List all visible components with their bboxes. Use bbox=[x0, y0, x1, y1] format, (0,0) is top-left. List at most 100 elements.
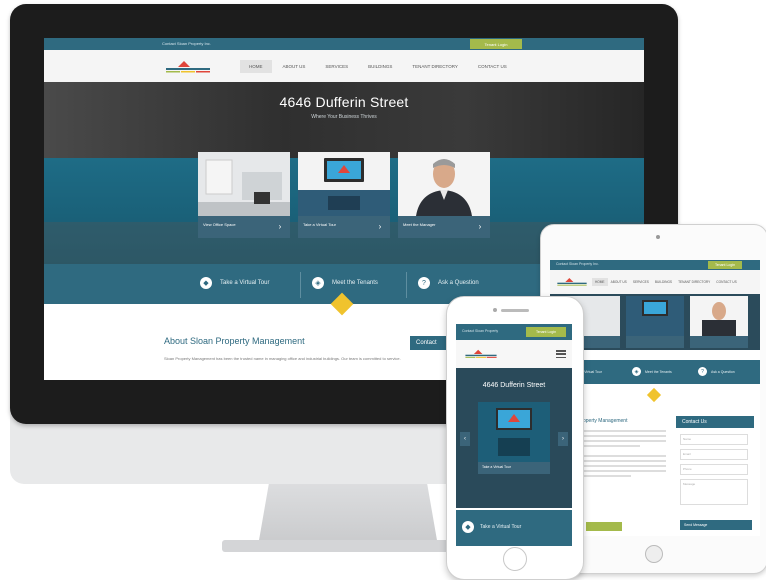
card-caption-bar: Meet the Manager › bbox=[398, 216, 490, 238]
feature-label: Take a Virtual Tour bbox=[480, 524, 522, 530]
meet-manager-card[interactable]: Meet the Manager › bbox=[398, 152, 490, 238]
phone-navbar bbox=[456, 340, 572, 368]
topbar-contact-text: Contact Sloan Property bbox=[462, 329, 499, 333]
virtual-tour-card[interactable] bbox=[626, 296, 684, 348]
desktop-navbar: Home About Us Services Buildings Tenant … bbox=[44, 50, 644, 82]
topbar-contact-text: Contact Sloan Property Inc. bbox=[556, 262, 599, 266]
contact-form: Name Email Phone Message bbox=[680, 434, 748, 509]
feature-virtual-tour[interactable]: ◆ Take a Virtual Tour bbox=[462, 521, 521, 533]
nav-services[interactable]: Services bbox=[630, 278, 652, 286]
phone-field[interactable]: Phone bbox=[680, 464, 748, 475]
section-divider-diamond bbox=[646, 387, 662, 403]
portrait-photo-icon bbox=[712, 302, 726, 320]
nav-tenant-directory[interactable]: Tenant Directory bbox=[403, 60, 467, 73]
phone-feature-strip: ◆ Take a Virtual Tour bbox=[456, 510, 572, 546]
nav-buildings[interactable]: Buildings bbox=[652, 278, 675, 286]
feature-meet-tenants[interactable]: ◈ Meet the Tenants bbox=[312, 277, 378, 289]
chevron-right-icon[interactable]: › bbox=[274, 220, 286, 234]
feature-label: Meet the Tenants bbox=[645, 369, 672, 374]
manager-suit bbox=[702, 320, 736, 336]
about-title: About Sloan Property Management bbox=[164, 336, 305, 346]
tv-screen bbox=[644, 302, 666, 314]
tablet-home-button[interactable] bbox=[645, 545, 663, 563]
topbar-contact-text: Contact Sloan Property Inc. bbox=[162, 41, 211, 46]
office-space-card[interactable]: View Office Space › bbox=[198, 152, 290, 238]
hamburger-menu-icon[interactable] bbox=[556, 350, 566, 359]
card-caption: Take a Virtual Tour bbox=[482, 465, 511, 469]
desktop-nav-menu: Home About Us Services Buildings Tenant … bbox=[240, 60, 516, 73]
phone-speaker bbox=[501, 309, 529, 312]
meet-manager-card[interactable] bbox=[690, 296, 748, 348]
chevron-right-icon[interactable]: › bbox=[374, 220, 386, 234]
card-caption-bar bbox=[690, 336, 748, 348]
feature-ask-question[interactable]: ? Ask a Question bbox=[698, 367, 735, 376]
tenant-login-button[interactable]: Tenant Login bbox=[708, 261, 742, 269]
feature-meet-tenants[interactable]: ◈ Meet the Tenants bbox=[632, 367, 672, 376]
nav-contact-us[interactable]: Contact Us bbox=[469, 60, 516, 73]
card-caption-bar bbox=[626, 336, 684, 348]
sloan-logo[interactable] bbox=[164, 58, 212, 76]
tv-photo-icon bbox=[298, 152, 390, 216]
card-caption-bar: Take a Virtual Tour › bbox=[298, 216, 390, 238]
virtual-tour-card[interactable]: Take a Virtual Tour › bbox=[298, 152, 390, 238]
read-more-button[interactable] bbox=[586, 522, 622, 531]
tv-photo-icon bbox=[478, 402, 550, 462]
nav-about-us[interactable]: About Us bbox=[608, 278, 630, 286]
feature-ask-question[interactable]: ? Ask a Question bbox=[418, 277, 479, 289]
card-caption-bar[interactable]: Take a Virtual Tour bbox=[478, 462, 550, 474]
card-caption: Take a Virtual Tour bbox=[303, 222, 336, 227]
monitor-stand-neck bbox=[258, 484, 438, 546]
hero-title: 4646 Dufferin Street bbox=[482, 382, 546, 389]
tablet-nav-menu: Home About Us Services Buildings Tenant … bbox=[592, 278, 740, 286]
question-icon: ? bbox=[418, 277, 430, 289]
send-message-button[interactable]: Send Message bbox=[680, 520, 752, 530]
office-photo-icon bbox=[198, 152, 290, 216]
question-icon: ? bbox=[698, 367, 707, 376]
card-caption: View Office Space bbox=[203, 222, 236, 227]
nav-about-us[interactable]: About Us bbox=[274, 60, 315, 73]
shield-icon: ◈ bbox=[632, 367, 641, 376]
feature-virtual-tour[interactable]: ◆ Take a Virtual Tour bbox=[200, 277, 269, 289]
email-field[interactable]: Email bbox=[680, 449, 748, 460]
phone-hero: 4646 Dufferin Street Take a Virtual Tour… bbox=[456, 368, 572, 508]
name-field[interactable]: Name bbox=[680, 434, 748, 445]
hero-title: 4646 Dufferin Street bbox=[279, 94, 409, 110]
message-field[interactable]: Message bbox=[680, 479, 748, 505]
hero-subtitle: Where Your Business Thrives bbox=[311, 114, 377, 120]
nav-services[interactable]: Services bbox=[316, 60, 357, 73]
feature-label: Ask a Question bbox=[711, 369, 735, 374]
divider bbox=[406, 272, 407, 298]
phone-home-button[interactable] bbox=[503, 547, 527, 571]
feature-label: Meet the Tenants bbox=[332, 280, 378, 286]
phone-topbar: Contact Sloan Property Tenant Login bbox=[456, 324, 572, 340]
chevron-right-icon[interactable]: › bbox=[558, 432, 568, 446]
sloan-logo[interactable] bbox=[464, 346, 498, 362]
sloan-logo[interactable] bbox=[556, 274, 588, 290]
monitor-stand-base bbox=[222, 540, 474, 552]
nav-home[interactable]: Home bbox=[592, 278, 608, 286]
chat-icon: ◆ bbox=[200, 277, 212, 289]
chevron-right-icon[interactable]: › bbox=[474, 220, 486, 234]
about-text: Sloan Property Management has been the t… bbox=[164, 356, 401, 361]
nav-contact-us[interactable]: Contact Us bbox=[713, 278, 739, 286]
portrait-photo-icon bbox=[398, 152, 490, 216]
nav-tenant-directory[interactable]: Tenant Directory bbox=[675, 278, 713, 286]
divider bbox=[300, 272, 301, 298]
nav-buildings[interactable]: Buildings bbox=[359, 60, 401, 73]
chevron-left-icon[interactable]: ‹ bbox=[460, 432, 470, 446]
desktop-topbar: Contact Sloan Property Inc. Tenant Login bbox=[44, 38, 644, 50]
nav-home[interactable]: Home bbox=[240, 60, 272, 73]
contact-panel-header: Contact Us bbox=[676, 416, 754, 428]
tablet-camera bbox=[656, 235, 660, 239]
phone-camera bbox=[493, 308, 497, 312]
tenant-login-button[interactable]: Tenant Login bbox=[470, 39, 522, 49]
card-caption-bar: View Office Space › bbox=[198, 216, 290, 238]
chat-icon: ◆ bbox=[462, 521, 474, 533]
tenant-login-button[interactable]: Tenant Login bbox=[526, 327, 566, 337]
about-title: Property Management bbox=[578, 418, 628, 424]
feature-label: Take a Virtual Tour bbox=[220, 280, 270, 286]
feature-label: Ask a Question bbox=[438, 280, 479, 286]
card-caption: Meet the Manager bbox=[403, 222, 436, 227]
shield-icon: ◈ bbox=[312, 277, 324, 289]
phone-screen: Contact Sloan Property Tenant Login 4646… bbox=[456, 324, 572, 546]
